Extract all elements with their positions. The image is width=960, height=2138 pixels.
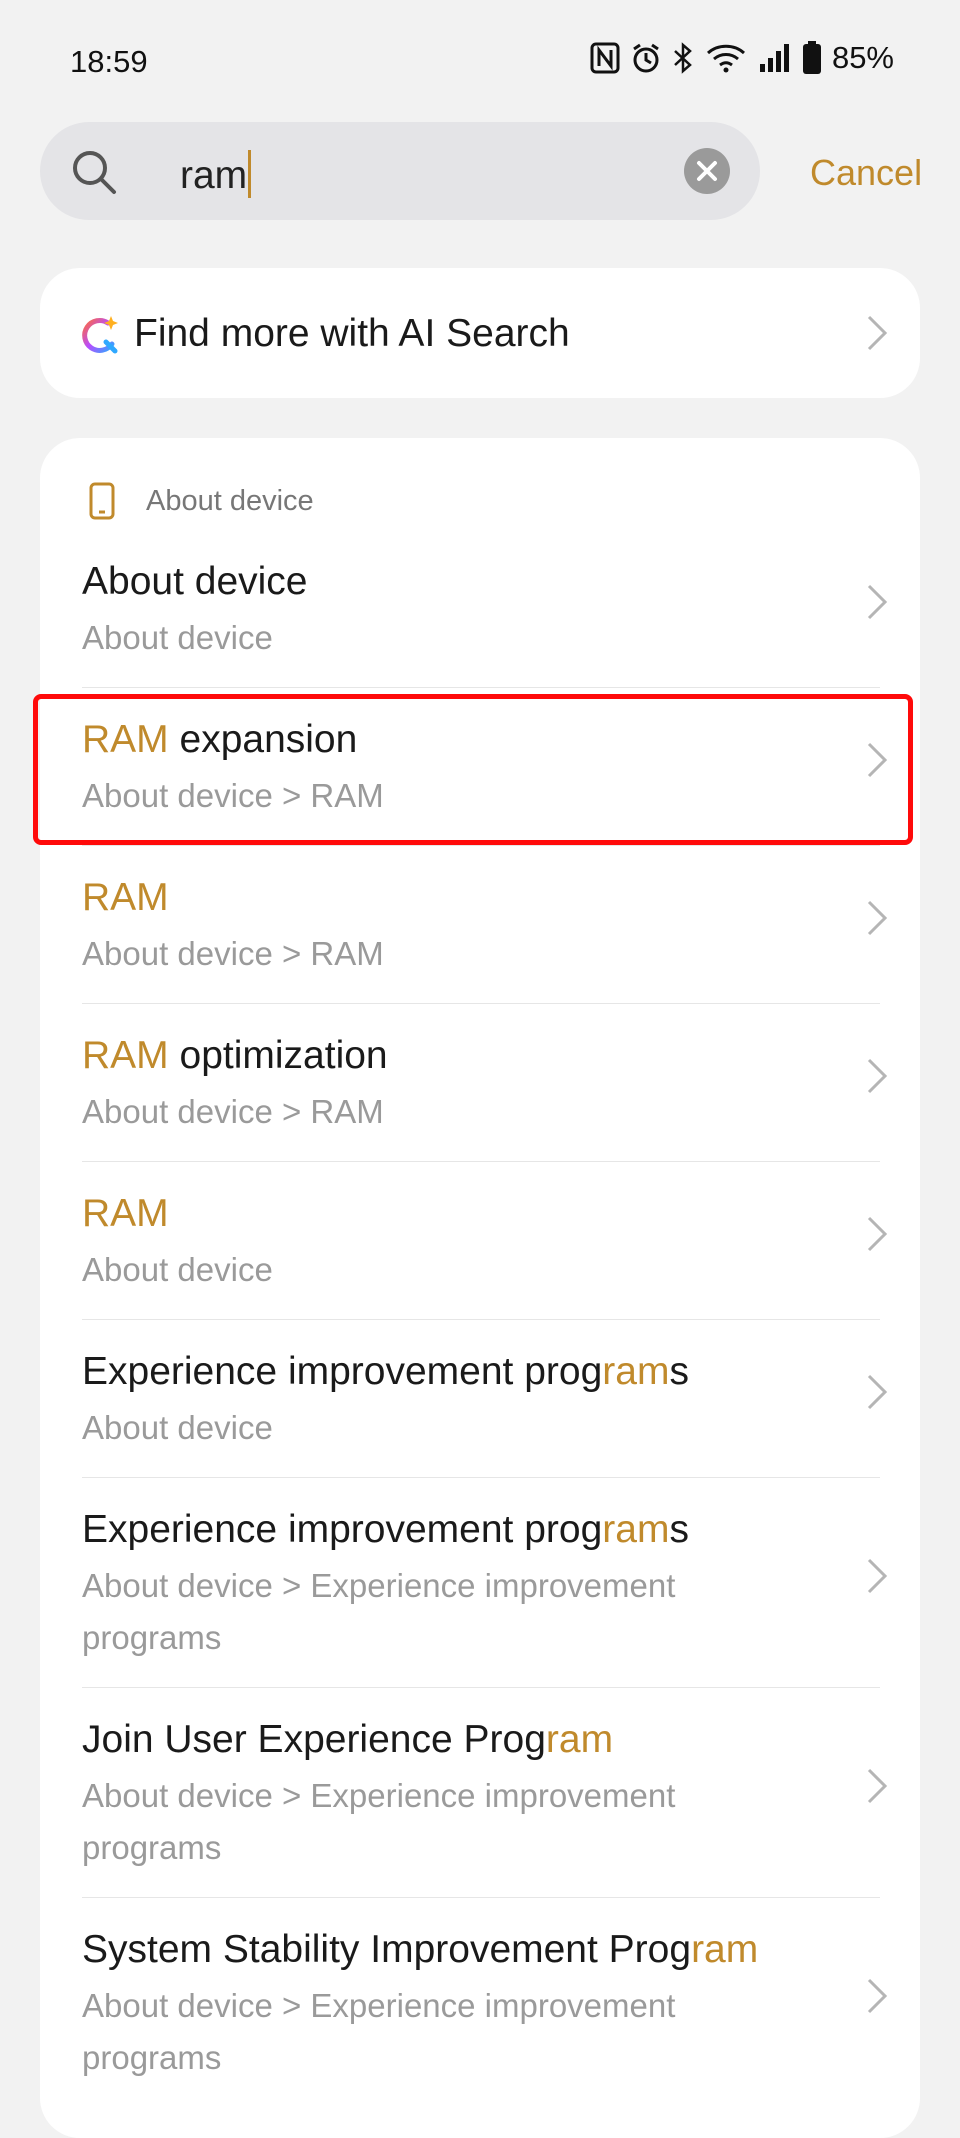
phone-icon (89, 482, 115, 520)
result-item-system-stability-improvement-program[interactable]: System Stability Improvement Program Abo… (40, 1928, 920, 2128)
divider (82, 1477, 880, 1478)
close-icon (697, 161, 717, 181)
chevron-right-icon (867, 315, 888, 351)
ai-search-icon (82, 316, 118, 354)
chevron-right-icon (867, 1768, 888, 1804)
search-results-card: About device About device About device R… (40, 438, 920, 2138)
result-subtitle: About device (82, 1409, 273, 1446)
status-bar: 18:59 85% (0, 0, 960, 120)
result-title: RAM optimization (82, 1034, 388, 1077)
chevron-right-icon (867, 900, 888, 936)
chevron-right-icon (867, 1558, 888, 1594)
result-subtitle: About device > Experience improvement pro… (82, 1987, 676, 2076)
result-subtitle: About device (82, 619, 273, 656)
section-header: About device (88, 482, 314, 520)
chevron-right-icon (867, 1374, 888, 1410)
alarm-icon (630, 42, 662, 74)
result-title: Experience improvement programs (82, 1508, 689, 1551)
divider (82, 687, 880, 688)
result-title: RAM (82, 876, 169, 919)
section-title: About device (146, 484, 314, 517)
search-input[interactable]: ram (180, 150, 252, 198)
divider (82, 1897, 880, 1898)
divider (82, 1687, 880, 1688)
result-subtitle: About device (82, 1251, 273, 1288)
text-caret (248, 150, 252, 198)
battery-percent: 85% (831, 40, 894, 75)
divider (82, 1003, 880, 1004)
search-bar[interactable]: ram (40, 122, 760, 220)
result-item-experience-improvement-programs-2[interactable]: Experience improvement programs About de… (40, 1508, 920, 1708)
result-item-join-user-experience-program[interactable]: Join User Experience Program About devic… (40, 1718, 920, 1918)
result-title: Join User Experience Program (82, 1718, 614, 1761)
chevron-right-icon (867, 584, 888, 620)
result-title: System Stability Improvement Program (82, 1928, 759, 1971)
divider (82, 845, 880, 846)
signal-icon (758, 42, 792, 74)
cancel-button[interactable]: Cancel (810, 152, 922, 194)
search-icon (73, 151, 116, 194)
clear-search-button[interactable] (684, 148, 730, 194)
wifi-icon (704, 42, 748, 74)
status-time: 18:59 (70, 44, 148, 79)
chevron-right-icon (867, 1058, 888, 1094)
ai-search-label: Find more with AI Search (134, 312, 570, 355)
divider (82, 1161, 880, 1162)
highlight-box (33, 694, 913, 845)
nfc-icon (590, 42, 620, 74)
result-title: About device (82, 560, 308, 603)
status-icons: 85% (590, 40, 894, 76)
chevron-right-icon (867, 1978, 888, 2014)
divider (82, 1319, 880, 1320)
ai-search-card[interactable]: Find more with AI Search (40, 268, 920, 398)
result-title: RAM (82, 1192, 169, 1235)
result-subtitle: About device > RAM (82, 935, 384, 972)
search-input-value: ram (180, 154, 248, 197)
result-subtitle: About device > RAM (82, 1093, 384, 1130)
bluetooth-icon (672, 42, 694, 74)
result-subtitle: About device > Experience improvement pro… (82, 1567, 676, 1656)
battery-icon (802, 41, 822, 75)
result-subtitle: About device > Experience improvement pro… (82, 1777, 676, 1866)
result-title: Experience improvement programs (82, 1350, 689, 1393)
chevron-right-icon (867, 1216, 888, 1252)
